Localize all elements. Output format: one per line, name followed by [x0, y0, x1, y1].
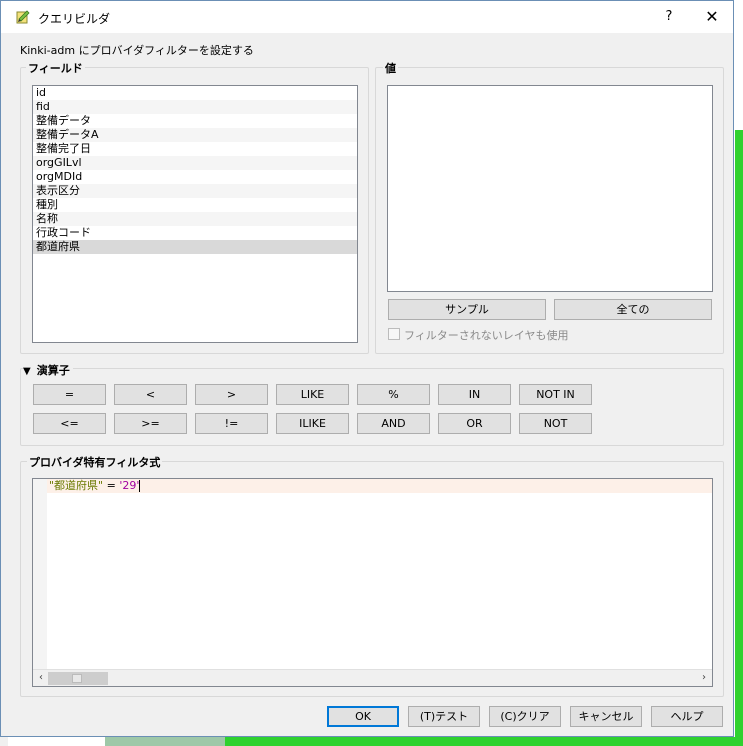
expression-editor[interactable]: "都道府県" = '29' ‹ ›: [32, 478, 713, 687]
field-list-item[interactable]: 整備完了日: [33, 142, 357, 156]
cancel-button[interactable]: キャンセル: [570, 706, 642, 727]
field-list-item[interactable]: 名称: [33, 212, 357, 226]
dialog-title: クエリビルダ: [38, 12, 111, 26]
scrollbar-thumb[interactable]: [48, 672, 108, 685]
operators-label: 演算子: [36, 364, 70, 377]
operators-header[interactable]: ▼ 演算子: [23, 362, 73, 378]
operator-button[interactable]: >: [195, 384, 268, 405]
operator-button[interactable]: !=: [195, 413, 268, 434]
field-list-item[interactable]: 整備データA: [33, 128, 357, 142]
expression-operator-token: =: [103, 479, 120, 492]
field-list-item[interactable]: 行政コード: [33, 226, 357, 240]
field-list-item[interactable]: id: [33, 86, 357, 100]
query-builder-icon: [15, 9, 31, 25]
query-builder-dialog: クエリビルダ ? ✕ Kinki-adm にプロバイダフィルターを設定する フィ…: [0, 0, 734, 737]
values-label: 値: [383, 60, 398, 76]
fields-label: フィールド: [26, 60, 85, 76]
dialog-subtitle: Kinki-adm にプロバイダフィルターを設定する: [20, 44, 254, 57]
all-values-button[interactable]: 全ての: [554, 299, 712, 320]
test-button[interactable]: (T)テスト: [408, 706, 480, 727]
operator-button[interactable]: >=: [114, 413, 187, 434]
background-map-image: [105, 737, 225, 746]
field-list-item[interactable]: orgGILvl: [33, 156, 357, 170]
operator-button[interactable]: AND: [357, 413, 430, 434]
expression-label: プロバイダ特有フィルタ式: [27, 454, 163, 470]
scroll-right-icon[interactable]: ›: [697, 671, 711, 685]
operator-button[interactable]: <: [114, 384, 187, 405]
clear-button[interactable]: (C)クリア: [489, 706, 561, 727]
use-unfiltered-layer-checkbox[interactable]: [388, 328, 400, 340]
help-icon[interactable]: ?: [661, 7, 677, 27]
operator-button[interactable]: IN: [438, 384, 511, 405]
field-list-item[interactable]: orgMDId: [33, 170, 357, 184]
ok-button[interactable]: OK: [327, 706, 399, 727]
horizontal-scrollbar[interactable]: ‹ ›: [33, 669, 712, 686]
field-list-item[interactable]: fid: [33, 100, 357, 114]
background-map: [735, 130, 743, 746]
operator-button[interactable]: OR: [438, 413, 511, 434]
operator-button[interactable]: %: [357, 384, 430, 405]
operator-button[interactable]: NOT: [519, 413, 592, 434]
editor-gutter: [33, 479, 47, 669]
values-list[interactable]: [387, 85, 713, 292]
field-list-item[interactable]: 整備データ: [33, 114, 357, 128]
field-list-item[interactable]: 種別: [33, 198, 357, 212]
operator-button[interactable]: NOT IN: [519, 384, 592, 405]
title-bar: クエリビルダ ? ✕: [1, 1, 733, 33]
collapse-triangle-icon[interactable]: ▼: [23, 366, 31, 377]
operator-button[interactable]: <=: [33, 413, 106, 434]
expression-field-token: "都道府県": [49, 479, 104, 492]
expression-value-token: '29': [119, 479, 140, 492]
field-list[interactable]: id fid 整備データ 整備データA 整備完了日 orgGILvl orgMDId 表示区分…: [32, 85, 358, 343]
editor-current-line[interactable]: "都道府県" = '29': [47, 479, 712, 493]
field-list-item[interactable]: 表示区分: [33, 184, 357, 198]
close-icon[interactable]: ✕: [701, 7, 723, 27]
operator-button[interactable]: ILIKE: [276, 413, 349, 434]
help-button[interactable]: ヘルプ: [651, 706, 723, 727]
sample-button[interactable]: サンプル: [388, 299, 546, 320]
use-unfiltered-layer-label: フィルターされないレイヤも使用: [404, 329, 569, 342]
operator-button[interactable]: =: [33, 384, 106, 405]
operator-button[interactable]: LIKE: [276, 384, 349, 405]
field-list-item[interactable]: 都道府県: [33, 240, 357, 254]
scroll-left-icon[interactable]: ‹: [34, 671, 48, 685]
text-caret: [139, 480, 141, 492]
operators-group: [20, 368, 724, 446]
